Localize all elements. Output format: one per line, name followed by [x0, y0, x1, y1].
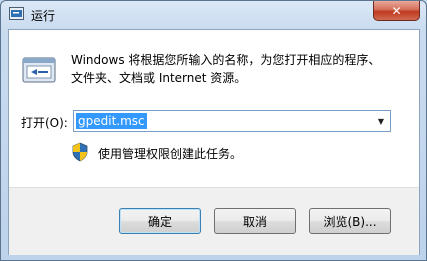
ok-button[interactable]: 确定	[119, 208, 201, 234]
close-button[interactable]: ✕	[373, 1, 420, 21]
button-bar: 确定 取消 浏览(B)...	[9, 187, 419, 255]
open-input[interactable]: gpedit.msc	[76, 113, 147, 129]
description-line-1: Windows 将根据您所输入的名称，为您打开相应的程序、	[71, 53, 381, 67]
dropdown-button[interactable]: ▼	[373, 112, 389, 130]
close-icon: ✕	[391, 3, 402, 18]
run-window-icon	[22, 57, 56, 83]
open-label: 打开(O):	[21, 116, 68, 130]
description-text: Windows 将根据您所输入的名称，为您打开相应的程序、 文件夹、文档或 In…	[71, 51, 401, 87]
uac-shield-icon	[72, 142, 88, 162]
window-title: 运行	[31, 9, 56, 23]
browse-button[interactable]: 浏览(B)...	[309, 208, 391, 234]
open-combobox[interactable]: gpedit.msc ▼	[73, 110, 391, 132]
description-line-2: 文件夹、文档或 Internet 资源。	[71, 71, 247, 85]
run-dialog: 运行 ✕ Windows 将根据您所输入的名称，为您打开相应的程序、 文件夹、文…	[0, 0, 427, 261]
cancel-button[interactable]: 取消	[214, 208, 296, 234]
admin-notice: 使用管理权限创建此任务。	[98, 147, 243, 161]
dialog-body: Windows 将根据您所输入的名称，为您打开相应的程序、 文件夹、文档或 In…	[8, 29, 420, 255]
run-app-icon	[9, 7, 24, 20]
chevron-down-icon: ▼	[377, 116, 385, 126]
